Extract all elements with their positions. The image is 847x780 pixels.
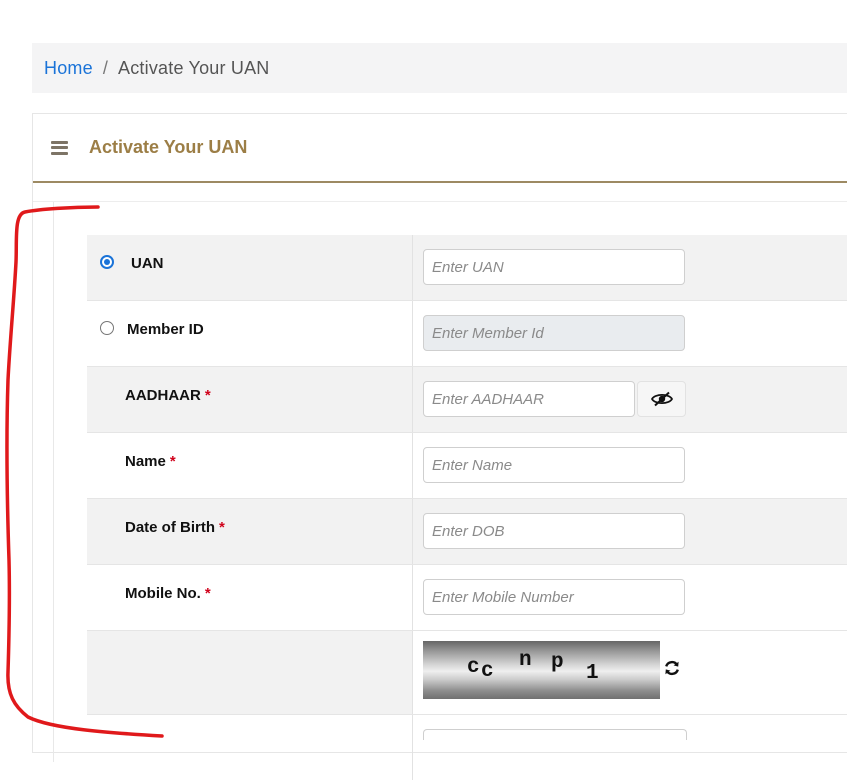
captcha-char: n xyxy=(519,649,532,672)
breadcrumb: Home / Activate Your UAN xyxy=(32,43,847,93)
form-row-name: Name * xyxy=(87,433,847,499)
uan-input[interactable] xyxy=(423,249,685,285)
required-asterisk: * xyxy=(169,453,176,470)
captcha-char: p xyxy=(551,651,564,674)
activate-uan-card: Activate Your UAN UAN Member ID xyxy=(32,113,847,780)
captcha-char: 1 xyxy=(586,662,599,685)
aadhaar-label: AADHAAR * xyxy=(125,387,211,404)
name-label: Name * xyxy=(125,453,176,470)
form-row-member-id: Member ID xyxy=(87,301,847,367)
required-asterisk: * xyxy=(204,387,211,404)
aadhaar-input[interactable] xyxy=(423,381,635,417)
member-id-label: Member ID xyxy=(127,321,204,338)
dob-input[interactable] xyxy=(423,513,685,549)
dob-label: Date of Birth * xyxy=(125,519,225,536)
card-header: Activate Your UAN xyxy=(33,114,847,183)
form-row-aadhaar: AADHAAR * xyxy=(87,367,847,433)
mobile-input[interactable] xyxy=(423,579,685,615)
card-title: Activate Your UAN xyxy=(89,137,248,157)
breadcrumb-separator: / xyxy=(102,57,109,78)
breadcrumb-current: Activate Your UAN xyxy=(118,57,270,78)
breadcrumb-home-link[interactable]: Home xyxy=(44,58,93,79)
captcha-image: c c n p 1 xyxy=(423,641,660,699)
toggle-aadhaar-visibility-button[interactable] xyxy=(637,381,686,417)
member-id-input[interactable] xyxy=(423,315,685,351)
activation-form: UAN Member ID AADHAAR* xyxy=(87,235,847,780)
form-row-mobile: Mobile No. * xyxy=(87,565,847,631)
member-id-radio[interactable] xyxy=(100,321,114,335)
captcha-input[interactable] xyxy=(423,729,687,740)
uan-radio[interactable] xyxy=(100,255,114,269)
form-row-dob: Date of Birth * xyxy=(87,499,847,565)
captcha-char: c xyxy=(467,656,480,679)
form-row-captcha: c c n p 1 xyxy=(87,631,847,715)
mobile-label: Mobile No. * xyxy=(125,585,211,602)
required-asterisk: * xyxy=(204,585,211,602)
name-input[interactable] xyxy=(423,447,685,483)
uan-label: UAN xyxy=(131,255,164,272)
form-row-next xyxy=(87,715,847,780)
divider xyxy=(53,202,54,762)
captcha-char: c xyxy=(481,660,494,683)
hamburger-menu-icon[interactable] xyxy=(51,140,68,155)
form-row-uan: UAN xyxy=(87,235,847,301)
eye-slash-icon xyxy=(650,391,673,407)
divider xyxy=(33,201,847,202)
required-asterisk: * xyxy=(219,519,225,536)
refresh-icon[interactable] xyxy=(663,659,681,677)
